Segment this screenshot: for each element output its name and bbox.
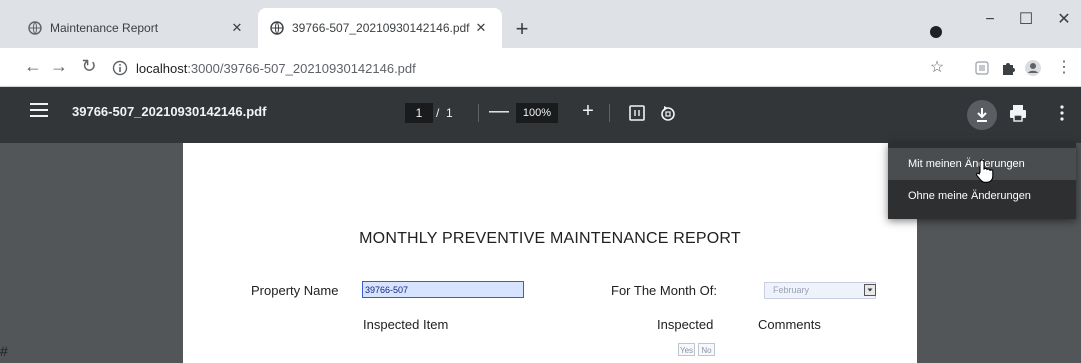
- hamburger-menu-icon[interactable]: [30, 103, 48, 117]
- minimize-button[interactable]: −: [972, 6, 1008, 34]
- tab-maintenance-report[interactable]: Maintenance Report ✕: [0, 8, 258, 48]
- toolbar-divider: [609, 104, 610, 122]
- zoom-level-input[interactable]: 100%: [516, 103, 558, 123]
- hand-cursor-icon: [976, 159, 994, 183]
- inspected-header: Inspected: [657, 317, 714, 332]
- browser-menu-icon[interactable]: ⋮: [1052, 56, 1076, 80]
- tab-search-icon[interactable]: [928, 24, 944, 40]
- close-tab-icon[interactable]: ✕: [474, 20, 488, 36]
- yes-checkbox[interactable]: Yes: [678, 343, 695, 356]
- edge-text: #: [0, 343, 8, 359]
- more-actions-icon[interactable]: [1050, 101, 1074, 125]
- month-select[interactable]: February: [764, 282, 876, 299]
- zoom-in-button[interactable]: +: [576, 100, 600, 124]
- page-total: 1: [446, 106, 453, 120]
- reload-icon[interactable]: ↻: [76, 53, 102, 79]
- maximize-button[interactable]: ☐: [1008, 6, 1044, 34]
- inspected-item-header: Inspected Item: [363, 317, 449, 332]
- pdf-document-title: 39766-507_20210930142146.pdf: [72, 104, 267, 119]
- zoom-out-button[interactable]: —: [487, 100, 511, 124]
- tab-title: Maintenance Report: [50, 21, 159, 35]
- rotate-icon[interactable]: [656, 101, 680, 125]
- download-button[interactable]: [967, 100, 997, 130]
- report-title: MONTHLY PREVENTIVE MAINTENANCE REPORT: [359, 230, 741, 247]
- fit-page-icon[interactable]: [625, 101, 649, 125]
- close-window-button[interactable]: ✕: [1046, 6, 1081, 34]
- puzzle-icon[interactable]: [996, 56, 1020, 80]
- download-without-changes-item[interactable]: Ohne meine Änderungen: [888, 180, 1076, 212]
- profile-avatar-icon[interactable]: [1021, 56, 1045, 80]
- pdf-page: MONTHLY PREVENTIVE MAINTENANCE REPORT Pr…: [183, 143, 917, 363]
- bookmark-star-icon[interactable]: ☆: [925, 56, 949, 80]
- globe-icon: [270, 21, 284, 35]
- page-number-input[interactable]: 1: [405, 103, 433, 123]
- url-path: :3000/39766-507_20210930142146.pdf: [187, 60, 416, 76]
- address-bar[interactable]: localhost:3000/39766-507_20210930142146.…: [112, 57, 920, 79]
- close-tab-icon[interactable]: ✕: [230, 20, 244, 36]
- download-icon: [977, 108, 987, 122]
- forward-arrow-icon[interactable]: →: [46, 53, 72, 79]
- no-checkbox[interactable]: No: [698, 343, 715, 356]
- toolbar-divider: [478, 104, 479, 122]
- print-icon[interactable]: [1006, 101, 1030, 125]
- comments-header: Comments: [758, 317, 821, 332]
- page-separator: /: [436, 106, 440, 120]
- property-name-field[interactable]: 39766-507: [362, 281, 524, 298]
- new-tab-button[interactable]: +: [508, 16, 536, 44]
- property-name-label: Property Name: [251, 283, 339, 298]
- back-arrow-icon[interactable]: ←: [20, 53, 46, 79]
- globe-icon: [28, 21, 42, 35]
- chevron-down-icon[interactable]: [864, 284, 876, 296]
- extension-icon[interactable]: [970, 56, 994, 80]
- url-host: localhost: [136, 60, 188, 76]
- month-label: For The Month Of:: [611, 283, 717, 298]
- info-icon[interactable]: [112, 60, 128, 76]
- tab-pdf[interactable]: 39766-507_20210930142146.pdf ✕: [258, 8, 502, 48]
- tab-title: 39766-507_20210930142146.pdf: [292, 21, 470, 35]
